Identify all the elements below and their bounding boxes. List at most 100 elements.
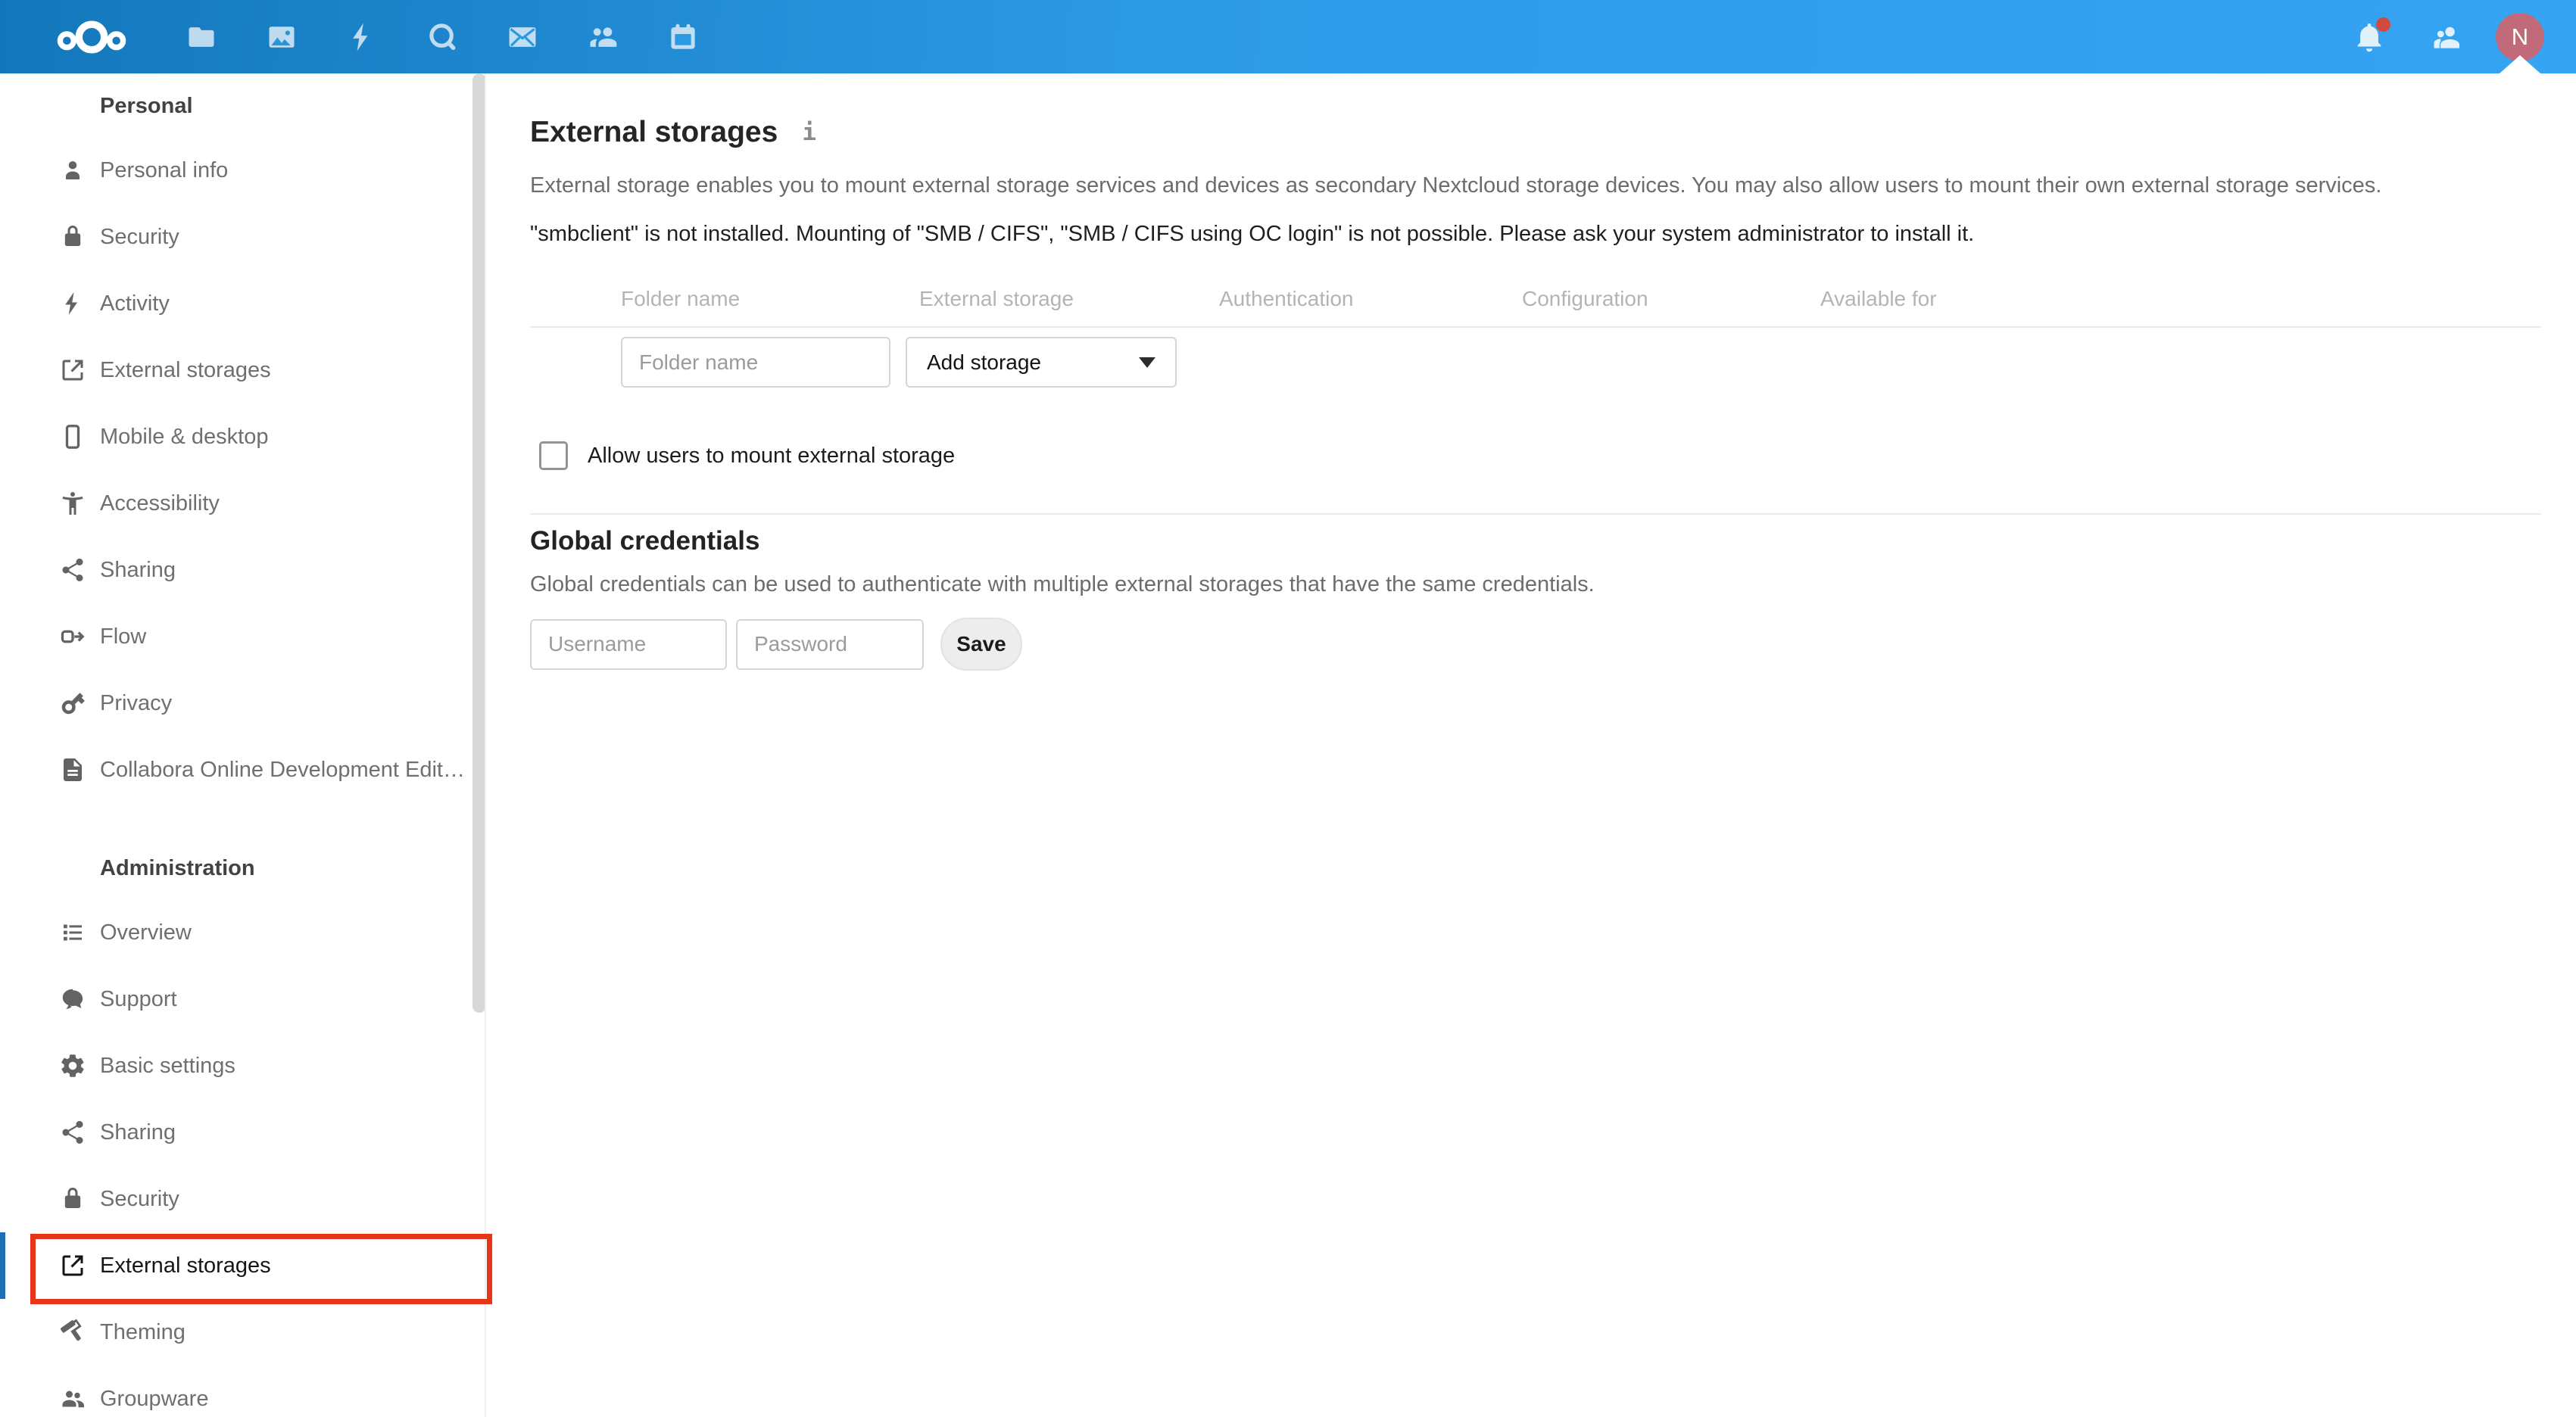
sidebar-item-external-storages-personal[interactable]: External storages <box>0 337 485 403</box>
activity-icon[interactable] <box>345 20 379 54</box>
external-link-icon <box>59 357 86 384</box>
mobile-icon <box>59 423 86 450</box>
folder-name-input[interactable] <box>621 337 890 388</box>
smbclient-warning: "smbclient" is not installed. Mounting o… <box>530 222 1975 246</box>
settings-sidebar: Personal Personal info Security Activity… <box>0 73 486 1417</box>
sidebar-item-external-storages-admin[interactable]: External storages <box>0 1232 485 1299</box>
column-header-folder-name: Folder name <box>621 287 741 310</box>
sidebar-item-label: Personal info <box>100 157 229 182</box>
chevron-down-icon <box>1139 357 1155 368</box>
global-credentials-form: Save <box>530 618 2576 671</box>
external-storage-description: External storage enables you to mount ex… <box>530 173 2382 198</box>
sidebar-item-mobile-desktop[interactable]: Mobile & desktop <box>0 403 485 470</box>
sidebar-item-label: Security <box>100 224 179 249</box>
people-icon <box>59 1385 86 1412</box>
paint-roller-icon <box>59 1319 86 1346</box>
global-credentials-title: Global credentials <box>530 526 760 556</box>
sidebar-item-label: Groupware <box>100 1386 209 1411</box>
accessibility-icon <box>59 490 86 517</box>
section-divider <box>530 513 2541 515</box>
sidebar-item-basic-settings[interactable]: Basic settings <box>0 1032 485 1099</box>
sidebar-item-label: Sharing <box>100 1120 176 1144</box>
sidebar-item-support[interactable]: Support <box>0 966 485 1032</box>
notification-badge <box>2376 17 2390 32</box>
section-title-personal: Personal <box>100 94 193 118</box>
info-icon[interactable]: i <box>802 116 816 149</box>
top-right-controls: N <box>2353 12 2544 61</box>
sidebar-item-collabora[interactable]: Collabora Online Development Edit… <box>0 737 485 803</box>
add-storage-select[interactable]: Add storage <box>906 337 1177 388</box>
sidebar-item-label: Activity <box>100 291 170 316</box>
active-app-caret <box>2500 55 2540 73</box>
sidebar-item-label: Support <box>100 986 177 1011</box>
flow-icon <box>59 623 86 650</box>
new-storage-row: Add storage <box>621 337 2576 388</box>
column-header-available-for: Available for <box>1820 287 1937 310</box>
document-icon <box>59 756 86 783</box>
sidebar-item-accessibility[interactable]: Accessibility <box>0 470 485 537</box>
sidebar-item-label: Privacy <box>100 690 173 715</box>
sidebar-item-personal-info[interactable]: Personal info <box>0 137 485 204</box>
sidebar-item-security-admin[interactable]: Security <box>0 1166 485 1232</box>
sidebar-item-overview[interactable]: Overview <box>0 899 485 966</box>
avatar[interactable]: N <box>2496 12 2544 61</box>
files-icon[interactable] <box>185 20 218 54</box>
calendar-icon[interactable] <box>666 20 700 54</box>
password-field[interactable] <box>736 618 924 670</box>
sidebar-item-label: Accessibility <box>100 490 220 515</box>
global-credentials-description: Global credentials can be used to authen… <box>530 572 1595 596</box>
section-title-administration: Administration <box>100 856 255 880</box>
external-link-icon <box>59 1252 86 1279</box>
lock-icon <box>59 1185 86 1213</box>
sidebar-item-label: Basic settings <box>100 1053 235 1078</box>
column-header-configuration: Configuration <box>1522 287 1648 310</box>
allow-users-checkbox[interactable] <box>539 441 568 470</box>
main-content: External storages i External storage ena… <box>486 73 2576 1417</box>
sidebar-item-label: Sharing <box>100 557 176 582</box>
username-field[interactable] <box>530 618 727 670</box>
user-icon <box>59 157 86 184</box>
allow-users-row: Allow users to mount external storage <box>539 441 2576 471</box>
top-bar: N <box>0 0 2576 73</box>
list-icon <box>59 919 86 946</box>
save-button[interactable]: Save <box>940 618 1022 671</box>
share-icon <box>59 556 86 584</box>
notifications-bell-icon[interactable] <box>2353 17 2390 54</box>
chat-icon <box>59 986 86 1013</box>
lightning-icon <box>59 290 86 317</box>
sidebar-item-label: External storages <box>100 357 271 382</box>
page-title-text: External storages <box>530 116 778 148</box>
sidebar-item-activity[interactable]: Activity <box>0 270 485 337</box>
sidebar-item-label: External storages <box>100 1253 271 1278</box>
sidebar-item-security-personal[interactable]: Security <box>0 204 485 270</box>
sidebar-item-sharing-admin[interactable]: Sharing <box>0 1099 485 1166</box>
storage-table-header: Folder name External storage Authenticat… <box>530 278 2541 328</box>
sidebar-item-label: Security <box>100 1186 179 1211</box>
sidebar-scrollbar[interactable] <box>472 73 485 1013</box>
sidebar-item-flow[interactable]: Flow <box>0 603 485 670</box>
talk-icon[interactable] <box>426 20 459 54</box>
sidebar-item-label: Collabora Online Development Edit… <box>100 757 465 782</box>
app-menu <box>185 20 700 54</box>
sidebar-item-label: Theming <box>100 1319 186 1344</box>
sidebar-item-label: Flow <box>100 624 147 649</box>
page-title: External storages i <box>530 116 2576 149</box>
key-icon <box>59 690 86 717</box>
nextcloud-logo[interactable] <box>53 17 130 57</box>
column-header-authentication: Authentication <box>1219 287 1354 310</box>
sidebar-item-label: Mobile & desktop <box>100 424 269 449</box>
sidebar-item-sharing-personal[interactable]: Sharing <box>0 537 485 603</box>
sidebar-item-theming[interactable]: Theming <box>0 1299 485 1366</box>
column-header-external-storage: External storage <box>919 287 1074 310</box>
contacts-app-icon[interactable] <box>586 20 619 54</box>
gear-icon <box>59 1052 86 1079</box>
contacts-menu-icon[interactable] <box>2430 20 2463 54</box>
sidebar-item-privacy[interactable]: Privacy <box>0 670 485 737</box>
mail-icon[interactable] <box>506 20 539 54</box>
sidebar-item-label: Overview <box>100 920 192 945</box>
sidebar-item-groupware[interactable]: Groupware <box>0 1366 485 1417</box>
allow-users-label[interactable]: Allow users to mount external storage <box>588 444 955 469</box>
add-storage-label: Add storage <box>927 350 1041 374</box>
photos-icon[interactable] <box>265 20 298 54</box>
share-icon <box>59 1119 86 1146</box>
